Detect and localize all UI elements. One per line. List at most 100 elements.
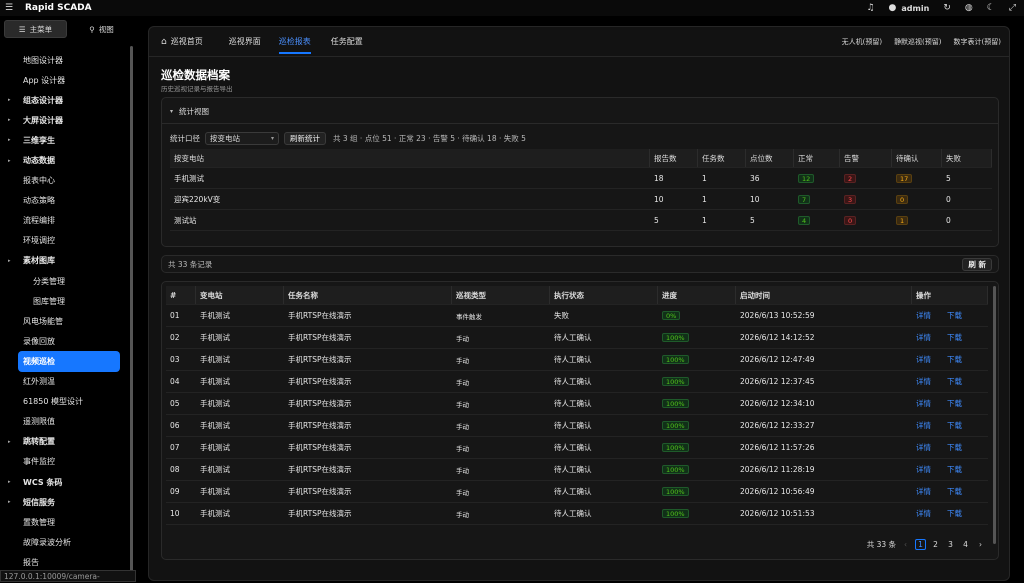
download-link[interactable]: 下载 [947,398,962,409]
cell-value: 10 [170,509,180,518]
sidebar-item-label: App 设计器 [23,75,66,85]
table-cell: 01 [166,305,196,326]
sidebar-item[interactable]: ▸ WCS 条码 [0,472,128,492]
link-silent-inspection[interactable]: 静默巡视(预留) [894,37,941,47]
sidebar-item[interactable]: 地图设计器 [0,50,128,70]
cell-value: 手机测试 [200,355,230,364]
bell-icon[interactable]: ♫ [866,3,874,13]
next-page-icon[interactable]: › [975,539,986,550]
sidebar-item[interactable]: 遥测限值 [0,412,128,432]
expand-icon[interactable]: ⤢ [1009,3,1016,13]
sidebar-item[interactable]: 故障录波分析 [0,532,128,552]
detail-link[interactable]: 详情 [916,486,931,497]
progress-badge: 100% [662,333,689,342]
sidebar-item[interactable]: ▸ 大屏设计器 [0,110,128,130]
sidebar-item[interactable]: 置数管理 [0,512,128,532]
tab-view[interactable]: ⚲ 视图 [71,20,132,38]
user-menu[interactable]: ● admin [889,3,930,13]
progress-badge: 100% [662,355,689,364]
sidebar-item[interactable]: 风电场能管 [0,311,128,331]
group-by-select[interactable]: 按变电站 ▾ [205,132,279,145]
detail-link[interactable]: 详情 [916,310,931,321]
detail-link[interactable]: 详情 [916,354,931,365]
sidebar-item[interactable]: 分类管理 [0,271,128,291]
sidebar-item[interactable]: 红外测温 [0,372,128,392]
detail-link[interactable]: 详情 [916,420,931,431]
page-button[interactable]: 4 [960,539,971,550]
sidebar-item[interactable]: ▸ 跳转配置 [0,432,128,452]
detail-link[interactable]: 详情 [916,398,931,409]
moon-icon[interactable]: ☾ [987,3,995,13]
inspection-type: 手动 [456,378,469,387]
table-cell: 手机RTSP在线演示 [284,371,452,392]
sidebar-item[interactable]: ▸ 素材图库 [0,251,128,271]
sidebar-item-label: 故障录波分析 [23,537,71,547]
refresh-records-button[interactable]: 刷 新 [962,258,992,271]
download-link[interactable]: 下载 [947,508,962,519]
tab-inspection-report[interactable]: 巡检报表 [278,27,311,57]
detail-link[interactable]: 详情 [916,464,931,475]
sidebar-item[interactable]: ▸ 短信服务 [0,492,128,512]
sidebar-item[interactable]: 事件监控 [0,452,128,472]
stats-value: 0 [946,194,951,204]
table-scrollbar[interactable] [993,286,996,544]
tab-inspection-view[interactable]: 巡视界面 [229,27,261,57]
stats-cell: 12 [794,168,840,188]
page-button[interactable]: 1 [915,539,926,550]
download-link[interactable]: 下载 [947,464,962,475]
download-link[interactable]: 下载 [947,354,962,365]
prev-page-icon[interactable]: ‹ [900,539,911,550]
tab-task-config[interactable]: 任务配置 [331,27,363,57]
globe-icon[interactable]: ◍ [965,3,973,13]
download-link[interactable]: 下载 [947,376,962,387]
refresh-icon[interactable]: ↻ [943,3,951,13]
sidebar-item[interactable]: 61850 模型设计 [0,392,128,412]
sidebar-item[interactable]: ▸ 动态数据 [0,150,128,170]
detail-link[interactable]: 详情 [916,376,931,387]
page-button[interactable]: 2 [930,539,941,550]
sidebar-item[interactable]: ▸ 三维孪生 [0,130,128,150]
column-header: 失败 [942,149,992,167]
sidebar-item[interactable]: 视频巡检 [18,351,120,372]
sidebar-scrollbar[interactable] [130,46,133,576]
refresh-stats-button[interactable]: 刷新统计 [284,132,326,145]
download-link[interactable]: 下载 [947,310,962,321]
download-link[interactable]: 下载 [947,486,962,497]
link-digital-meter[interactable]: 数字表计(预留) [954,37,1001,47]
table-cell: 09 [166,481,196,502]
stats-header[interactable]: ▾ 统计视图 [170,106,209,117]
tab-inspection-home[interactable]: ⌂ 巡视首页 [161,27,203,57]
link-drone[interactable]: 无人机(预留) [842,37,882,47]
cell-value: 待人工确认 [554,465,592,474]
sidebar-item[interactable]: 图库管理 [0,291,128,311]
table-row: 08 手机测试 手机RTSP在线演示 手动 待人工确认 100% 2026/6/12 11:… [166,459,988,481]
sidebar-item[interactable]: 报表中心 [0,171,128,191]
detail-link[interactable]: 详情 [916,442,931,453]
sidebar-item[interactable]: 动态策略 [0,191,128,211]
sidebar-item[interactable]: 录像回放 [0,331,128,351]
sidebar-item[interactable]: 环境调控 [0,231,128,251]
table-cell: 02 [166,327,196,348]
cell-value: 07 [170,443,180,452]
download-link[interactable]: 下载 [947,332,962,343]
sidebar-item-label: 组态设计器 [23,95,63,105]
download-link[interactable]: 下载 [947,442,962,453]
table-cell: 100% [658,415,736,436]
table-cell: 05 [166,393,196,414]
sidebar-item[interactable]: App 设计器 [0,70,128,90]
tab-main-menu[interactable]: ☰ 主菜单 [4,20,67,38]
menu-icon[interactable]: ☰ [5,3,13,13]
detail-link[interactable]: 详情 [916,332,931,343]
download-link[interactable]: 下载 [947,420,962,431]
top-bar-actions: ♫ ● admin ↻ ◍ ☾ ⤢ [866,0,1016,16]
detail-link[interactable]: 详情 [916,508,931,519]
page-button[interactable]: 3 [945,539,956,550]
stats-cell: 10 [746,189,794,209]
sidebar-item[interactable]: ▸ 组态设计器 [0,90,128,110]
sidebar-item[interactable]: 流程编排 [0,211,128,231]
table-cell: 手机测试 [196,393,284,414]
page-title: 巡检数据档案 [161,68,230,82]
table-cell: 2026/6/12 12:47:49 [736,349,912,370]
table-cell: 07 [166,437,196,458]
progress-badge: 0% [662,311,681,320]
